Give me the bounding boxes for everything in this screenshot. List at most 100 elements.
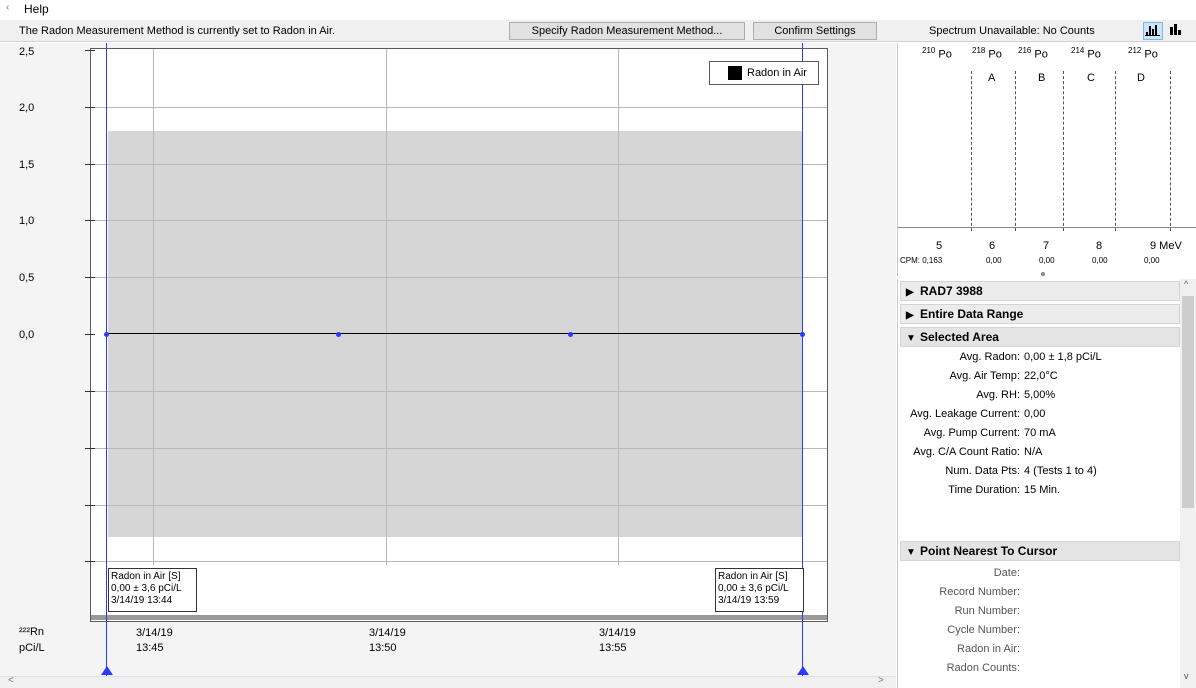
info-vertical-scrollbar[interactable]: ^ v <box>1180 279 1196 688</box>
selected-stat-row: Avg. Radon: 0,00 ± 1,8 pCi/L <box>898 351 1188 369</box>
x-tick-time: 13:45 <box>136 642 164 654</box>
spectrum-status: Spectrum Unavailable: No Counts <box>929 25 1095 37</box>
section-device-title: RAD7 3988 <box>920 284 983 298</box>
stat-label: Num. Data Pts: <box>945 465 1020 477</box>
nearest-label: Radon Counts: <box>946 662 1020 674</box>
y-tick <box>85 334 95 335</box>
grid-line <box>91 505 827 506</box>
stat-label: Avg. Leakage Current: <box>910 408 1020 420</box>
grid-line <box>91 391 827 392</box>
selected-stat-row: Avg. Air Temp: 22,0°C <box>898 370 1188 388</box>
stat-label: Avg. C/A Count Ratio: <box>913 446 1020 458</box>
section-selected-area[interactable]: ▼ Selected Area <box>900 327 1180 347</box>
spectrum-bars-icon[interactable] <box>1166 22 1186 40</box>
scroll-down-icon[interactable]: v <box>1184 671 1189 681</box>
cursor-readout-value: 0,00 ± 3,6 pCi/L <box>718 583 789 594</box>
grid-line <box>91 448 827 449</box>
isotope-label: 216 Po <box>1018 46 1048 61</box>
selected-stat-row: Num. Data Pts: 4 (Tests 1 to 4) <box>898 465 1188 483</box>
x-tick-date: 3/14/19 <box>369 627 406 639</box>
isotope-label: 212 Po <box>1128 46 1158 61</box>
region-divider <box>1015 71 1016 231</box>
region-divider <box>971 71 972 231</box>
nearest-label: Cycle Number: <box>947 624 1020 636</box>
spectrum-axis <box>898 227 1196 228</box>
mev-tick-label: 8 <box>1096 240 1103 252</box>
stat-label: Avg. Air Temp: <box>949 370 1020 382</box>
grid-line <box>386 49 387 565</box>
grid-line <box>618 49 619 565</box>
menu-help[interactable]: Help <box>24 2 49 16</box>
nearest-stat-row: Date: <box>898 567 1188 585</box>
left-cursor-readout: Radon in Air [S] 0,00 ± 3,6 pCi/L 3/14/1… <box>108 568 197 612</box>
left-cursor-line[interactable] <box>106 43 107 677</box>
cursor-readout-time: 3/14/19 13:59 <box>718 595 780 606</box>
mev-tick-label: 5 <box>936 240 943 252</box>
region-divider <box>1170 71 1171 231</box>
region-divider <box>1115 71 1116 231</box>
right-cursor-handle-icon[interactable] <box>797 666 809 675</box>
window-edge-glyph: ‹ <box>6 2 10 13</box>
mev-tick-label: 9 MeV <box>1150 240 1182 252</box>
stat-label: Avg. RH: <box>976 389 1020 401</box>
y-tick <box>85 107 95 108</box>
section-entire-range[interactable]: ▶ Entire Data Range <box>900 304 1180 324</box>
confirm-settings-button[interactable]: Confirm Settings <box>753 22 877 40</box>
legend-swatch <box>728 66 742 80</box>
grid-line <box>91 220 827 221</box>
selected-stat-row: Avg. Leakage Current: 0,00 <box>898 408 1188 426</box>
cursor-readout-time: 3/14/19 13:44 <box>111 595 173 606</box>
selected-stat-row: Time Duration: 15 Min. <box>898 484 1188 502</box>
nearest-label: Record Number: <box>939 586 1020 598</box>
selected-stat-row: Avg. Pump Current: 70 mA <box>898 427 1188 445</box>
collapse-arrow-icon: ▼ <box>906 547 916 558</box>
left-cursor-handle-icon[interactable] <box>101 666 113 675</box>
y-axis-isotope: ²²²Rn <box>19 626 45 638</box>
chart-horizontal-scrollbar[interactable]: < > <box>0 675 896 688</box>
y-tick <box>85 448 95 449</box>
spectrum-region-a: A <box>988 72 996 84</box>
x-tick-label: 3/14/19 13:50 <box>369 626 406 656</box>
y-tick-label: 1,5 <box>19 159 35 171</box>
section-point-nearest[interactable]: ▼ Point Nearest To Cursor <box>900 541 1180 561</box>
menu-bar: ‹ Help <box>0 0 1196 19</box>
grid-line <box>91 561 827 562</box>
section-selected-title: Selected Area <box>920 330 999 344</box>
grid-line <box>91 107 827 108</box>
collapse-arrow-icon: ▼ <box>906 333 916 344</box>
cursor-readout-series: Radon in Air [S] <box>718 571 788 582</box>
stat-value: 15 Min. <box>1024 484 1061 496</box>
data-point[interactable] <box>336 331 341 337</box>
info-panel: ▶ RAD7 3988 ▶ Entire Data Range ▼ Selected … <box>897 279 1196 688</box>
data-point[interactable] <box>568 331 573 337</box>
scroll-up-icon[interactable]: ^ <box>1184 279 1188 289</box>
grid-line <box>91 277 827 278</box>
isotope-label: 214 Po <box>1071 46 1101 61</box>
right-cursor-readout: Radon in Air [S] 0,00 ± 3,6 pCi/L 3/14/1… <box>715 568 804 612</box>
scroll-thumb[interactable] <box>1182 296 1194 508</box>
stat-value: 4 (Tests 1 to 4) <box>1024 465 1097 477</box>
section-device[interactable]: ▶ RAD7 3988 <box>900 281 1180 301</box>
x-tick-label: 3/14/19 13:55 <box>599 626 636 656</box>
grid-line <box>153 49 154 565</box>
specify-method-button[interactable]: Specify Radon Measurement Method... <box>509 22 745 40</box>
selected-stat-row: Avg. C/A Count Ratio: N/A <box>898 446 1188 464</box>
spectrum-region-d: D <box>1137 72 1145 84</box>
spectrum-peaks-icon[interactable] <box>1143 22 1163 40</box>
section-range-title: Entire Data Range <box>920 307 1024 321</box>
cpm-value: 0,00 <box>1144 256 1160 265</box>
spectrum-panel: 210 Po 218 Po 216 Po 214 Po 212 Po A B C… <box>897 43 1196 276</box>
nearest-label: Date: <box>993 567 1020 579</box>
stat-label: Avg. Pump Current: <box>923 427 1020 439</box>
cpm-value: 0,00 <box>1092 256 1108 265</box>
y-tick <box>85 561 95 562</box>
region-divider <box>1063 71 1064 231</box>
cursor-readout-series: Radon in Air [S] <box>111 571 181 582</box>
nearest-stat-row: Run Number: <box>898 605 1188 623</box>
scroll-right-icon[interactable]: > <box>878 675 884 686</box>
scroll-left-icon[interactable]: < <box>8 675 14 686</box>
legend-label: Radon in Air <box>747 67 807 79</box>
y-tick <box>85 277 95 278</box>
panel-splitter-grip[interactable] <box>1041 272 1045 276</box>
y-tick <box>85 164 95 165</box>
